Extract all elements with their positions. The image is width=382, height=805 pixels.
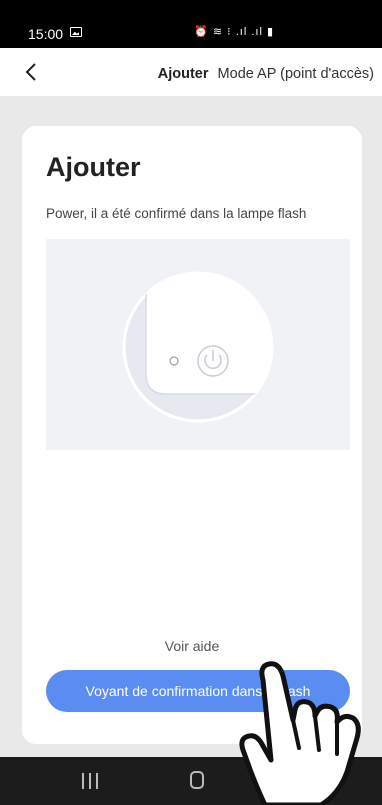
back-button[interactable] (18, 58, 46, 86)
home-button[interactable] (190, 771, 204, 789)
card-title: Ajouter (46, 152, 141, 182)
recents-button[interactable] (80, 773, 102, 789)
app-bar-title-main: Ajouter (157, 66, 209, 82)
status-bar: 15:00 ⏰ ≋ ⁝ .ıl .ıl ▮ (0, 0, 382, 48)
chevron-left-icon (25, 63, 36, 81)
device-illustration (46, 239, 350, 450)
confirm-button[interactable]: Voyant de confirmation dans le flash (46, 670, 350, 712)
status-icons: ⏰ ≋ ⁝ .ıl .ıl ▮ (194, 26, 274, 38)
app-bar-title: Ajouter Mode AP (point d'accès) (158, 66, 374, 82)
instruction-card: Ajouter Power, il a été confirmé dans la… (22, 126, 362, 744)
system-nav-bar (0, 757, 382, 805)
card-description: Power, il a été confirmé dans la lampe f… (46, 206, 307, 221)
app-bar: Ajouter Mode AP (point d'accès) (0, 48, 382, 96)
status-time: 15:00 (28, 26, 64, 42)
help-link[interactable]: Voir aide (22, 638, 362, 654)
app-bar-subtitle: Mode AP (point d'accès) (217, 66, 374, 82)
image-icon (70, 27, 82, 37)
